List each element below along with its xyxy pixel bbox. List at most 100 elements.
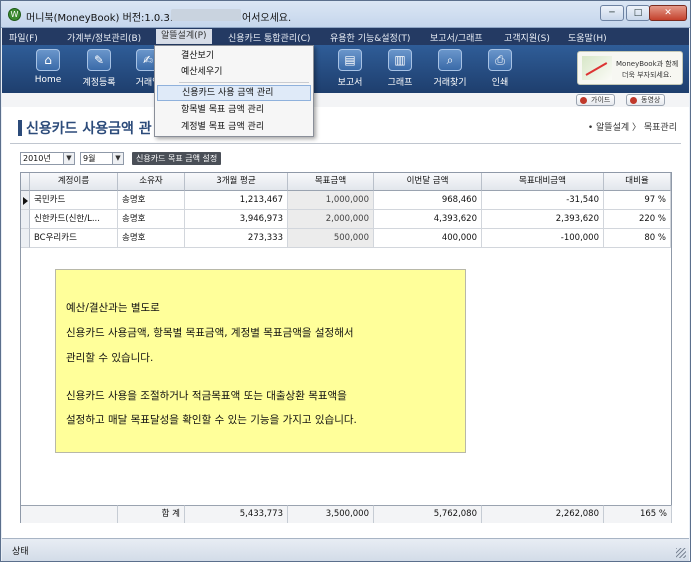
toolbar-account-register-button[interactable]: ✎ 계정등록 xyxy=(74,49,124,88)
row-selector[interactable] xyxy=(21,191,30,210)
video-button[interactable]: 동영상 xyxy=(626,94,666,106)
table-cell-this-month[interactable]: 400,000 xyxy=(374,229,482,248)
window-title-greeting: 어서오세요. xyxy=(242,13,292,24)
total-row-blank xyxy=(21,505,118,523)
redacted-username xyxy=(171,9,241,21)
status-text: 상태 xyxy=(12,547,29,557)
column-header-this-month[interactable]: 이번달 금액 xyxy=(374,173,482,191)
toolbar-home-button[interactable]: ⌂ Home xyxy=(23,49,73,85)
menu-file[interactable]: 파일(F) xyxy=(9,31,38,44)
year-select[interactable]: 2010년 ▼ xyxy=(20,152,75,165)
year-select-value: 2010년 xyxy=(23,154,51,163)
note-line-3: 관리할 수 있습니다. xyxy=(66,352,154,364)
toolbar: ⌂ Home ✎ 계정등록 ✍ 거래입 ▤ 보고서 ▥ 그래프 ⌕ 거래찾기 ⎙… xyxy=(2,45,689,93)
note-line-5: 설정하고 매달 목표달성을 확인할 수 있는 기능을 가지고 있습니다. xyxy=(66,414,357,426)
table-cell-account[interactable]: 국민카드 xyxy=(30,191,118,210)
set-card-goal-button[interactable]: 신용카드 목표 금액 설정 xyxy=(132,152,222,165)
total-this-month: 5,762,080 xyxy=(374,505,482,523)
table-cell-ratio[interactable]: 80 % xyxy=(604,229,671,248)
table-cell-goal[interactable]: 1,000,000 xyxy=(288,191,374,210)
menu-help[interactable]: 도움말(H) xyxy=(568,31,607,44)
note-line-2: 신용카드 사용금액, 항목별 목표금액, 계정별 목표금액을 설정해서 xyxy=(66,327,354,339)
toolbar-print-button[interactable]: ⎙ 인쇄 xyxy=(475,49,525,88)
row-header-corner xyxy=(21,173,30,191)
row-selector[interactable] xyxy=(21,210,30,229)
column-header-ratio[interactable]: 대비율 xyxy=(604,173,671,191)
title-bar: W 머니북(MoneyBook) 버전:1.0.3.25 - 어서오세요. ─ … xyxy=(1,1,690,28)
chevron-down-icon: ▼ xyxy=(63,153,74,164)
menu-budget-plan[interactable]: 알뜰설계(P) xyxy=(156,29,212,44)
table-cell-owner[interactable]: 송명호 xyxy=(118,229,185,248)
table-cell-owner[interactable]: 송명호 xyxy=(118,191,185,210)
toolbar-account-register-label: 계정등록 xyxy=(82,78,116,88)
budget-plan-dropdown: 결산보기 예산세우기 신용카드 사용 금액 관리 항목별 목표 금액 관리 계정… xyxy=(154,45,314,137)
minimize-button[interactable]: ─ xyxy=(600,5,624,21)
column-header-owner[interactable]: 소유자 xyxy=(118,173,185,191)
growth-chart-icon xyxy=(582,56,612,80)
toolbar-search-label: 거래찾기 xyxy=(433,78,467,88)
note-line-1: 예산/결산과는 별도로 xyxy=(66,302,160,314)
banner-line-2: 더욱 부자되세요. xyxy=(622,71,672,79)
menu-separator xyxy=(179,82,309,83)
close-button[interactable]: ✕ xyxy=(649,5,687,21)
menu-item-account-goal-management[interactable]: 계정별 목표 금액 관리 xyxy=(157,119,311,135)
maximize-button[interactable]: □ xyxy=(626,5,650,21)
menu-tools-settings[interactable]: 유용한 기능&설정(T) xyxy=(330,31,410,44)
row-selector[interactable] xyxy=(21,229,30,248)
table-cell-average[interactable]: 273,333 xyxy=(185,229,288,248)
chevron-down-icon: ▼ xyxy=(112,153,123,164)
month-select[interactable]: 9월 ▼ xyxy=(80,152,124,165)
current-row-pointer-icon xyxy=(23,197,28,205)
table-cell-average[interactable]: 3,946,973 xyxy=(185,210,288,229)
app-window: W 머니북(MoneyBook) 버전:1.0.3.25 - 어서오세요. ─ … xyxy=(0,0,691,562)
guide-button[interactable]: 가이드 xyxy=(576,94,616,106)
home-icon: ⌂ xyxy=(36,49,60,71)
total-vs-goal: 2,262,080 xyxy=(482,505,604,523)
table-cell-account[interactable]: 신한카드(신한/L... xyxy=(30,210,118,229)
menu-ledger[interactable]: 가계부/정보관리(B) xyxy=(67,31,141,44)
menu-item-card-usage-management[interactable]: 신용카드 사용 금액 관리 xyxy=(157,85,311,101)
table-cell-average[interactable]: 1,213,467 xyxy=(185,191,288,210)
toolbar-report-label: 보고서 xyxy=(337,78,363,88)
menu-item-set-budget[interactable]: 예산세우기 xyxy=(157,64,311,80)
menu-item-category-goal-management[interactable]: 항목별 목표 금액 관리 xyxy=(157,102,311,118)
note-line-4: 신용카드 사용을 조절하거나 적금목표액 또는 대출상환 목표액을 xyxy=(66,390,347,402)
table-cell-this-month[interactable]: 4,393,620 xyxy=(374,210,482,229)
account-register-icon: ✎ xyxy=(87,49,111,71)
graph-icon: ▥ xyxy=(388,49,412,71)
column-header-3m-average[interactable]: 3개월 평균 xyxy=(185,173,288,191)
status-bar: 상태 xyxy=(2,538,689,561)
toolbar-graph-label: 그래프 xyxy=(387,78,413,88)
menu-customer-support[interactable]: 고객지원(S) xyxy=(504,31,550,44)
table-cell-goal[interactable]: 2,000,000 xyxy=(288,210,374,229)
table-cell-ratio[interactable]: 220 % xyxy=(604,210,671,229)
toolbar-report-button[interactable]: ▤ 보고서 xyxy=(325,49,375,88)
toolbar-search-button[interactable]: ⌕ 거래찾기 xyxy=(425,49,475,88)
table-cell-ratio[interactable]: 97 % xyxy=(604,191,671,210)
table-cell-goal[interactable]: 500,000 xyxy=(288,229,374,248)
table-cell-vs-goal[interactable]: 2,393,620 xyxy=(482,210,604,229)
total-label: 합 계 xyxy=(118,505,185,523)
print-icon: ⎙ xyxy=(488,49,512,71)
resize-grip-icon[interactable] xyxy=(676,548,686,558)
menu-item-view-settlement[interactable]: 결산보기 xyxy=(157,48,311,64)
total-ratio: 165 % xyxy=(604,505,672,523)
toolbar-graph-button[interactable]: ▥ 그래프 xyxy=(375,49,425,88)
breadcrumb: • 알뜰설계 〉 목표관리 xyxy=(587,123,677,133)
menu-credit-card[interactable]: 신용카드 통합관리(C) xyxy=(228,31,310,44)
table-cell-owner[interactable]: 송명호 xyxy=(118,210,185,229)
main-content: 가이드 동영상 신용카드 사용금액 관 • 알뜰설계 〉 목표관리 2010년 … xyxy=(2,93,689,538)
toolbar-print-label: 인쇄 xyxy=(491,78,509,88)
promo-banner[interactable]: MoneyBook과 함께 더욱 부자되세요. xyxy=(577,51,683,85)
column-header-goal[interactable]: 목표금액 xyxy=(288,173,374,191)
table-cell-vs-goal[interactable]: -31,540 xyxy=(482,191,604,210)
table-cell-this-month[interactable]: 968,460 xyxy=(374,191,482,210)
column-header-vs-goal[interactable]: 목표대비금액 xyxy=(482,173,604,191)
table-cell-account[interactable]: BC우리카드 xyxy=(30,229,118,248)
moneybook-app-icon: W xyxy=(8,8,21,21)
title-accent-bar xyxy=(18,120,22,136)
menu-reports-graphs[interactable]: 보고서/그래프 xyxy=(430,31,483,44)
table-cell-vs-goal[interactable]: -100,000 xyxy=(482,229,604,248)
column-header-account[interactable]: 계정이름 xyxy=(30,173,118,191)
info-note: 예산/결산과는 별도로 신용카드 사용금액, 항목별 목표금액, 계정별 목표금… xyxy=(55,269,466,453)
